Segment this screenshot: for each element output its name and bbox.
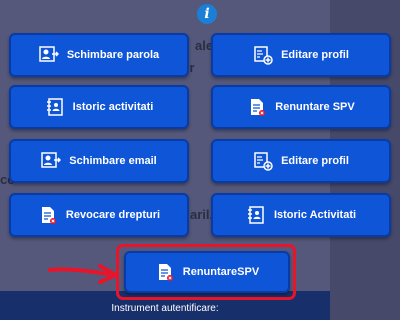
button-label: Istoric activitati	[72, 101, 154, 113]
document-remove-icon	[38, 205, 58, 225]
activity-history-button-2[interactable]: Istoric Activitati	[211, 193, 391, 237]
button-label: Schimbare parola	[66, 49, 160, 61]
history-user-icon	[246, 205, 266, 225]
revoke-rights-button[interactable]: Revocare drepturi	[9, 193, 189, 237]
edit-profile-button-2[interactable]: Editare profil	[211, 139, 391, 183]
button-label: Editare profil	[281, 49, 349, 61]
button-label: Renuntare SPV	[275, 101, 355, 113]
certificate-add-icon	[253, 151, 273, 171]
button-label: Editare profil	[281, 155, 349, 167]
button-label: Revocare drepturi	[65, 209, 161, 221]
change-email-button[interactable]: Schimbare email	[9, 139, 189, 183]
info-icon[interactable]: i	[197, 4, 217, 24]
background-text: aril.	[190, 207, 214, 222]
certificate-add-icon	[253, 45, 273, 65]
arrow-annotation-icon	[48, 264, 118, 284]
change-password-button[interactable]: Schimbare parola	[9, 33, 189, 77]
button-label: RenuntareSPV	[182, 266, 260, 278]
activity-history-button[interactable]: Istoric activitati	[9, 85, 189, 129]
button-label: Schimbare email	[69, 155, 157, 167]
renounce-spv-button[interactable]: Renuntare SPV	[211, 85, 391, 129]
document-remove-icon	[247, 97, 267, 117]
user-swap-icon	[41, 151, 62, 171]
button-label: Istoric Activitati	[273, 209, 357, 221]
edit-profile-button[interactable]: Editare profil	[211, 33, 391, 77]
history-user-icon	[45, 97, 65, 117]
renounce-spv-highlighted-button[interactable]: RenuntareSPV	[124, 251, 290, 293]
document-remove-icon	[155, 262, 175, 282]
footer-label: Instrument autentificare:	[111, 303, 219, 314]
user-swap-icon	[39, 45, 59, 65]
